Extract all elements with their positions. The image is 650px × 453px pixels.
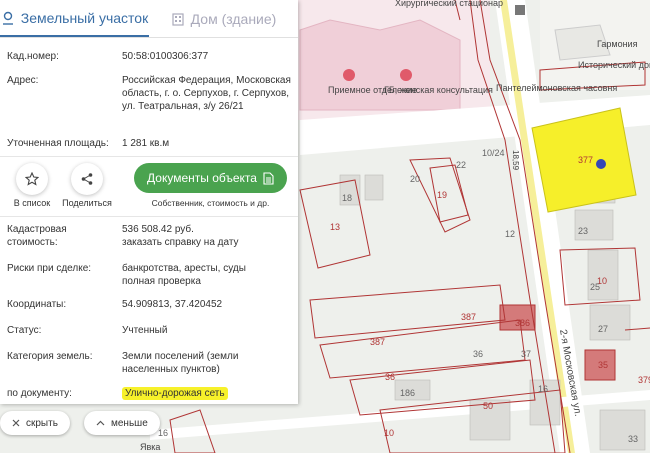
parcel-number: 379 <box>638 375 650 385</box>
building-number: 10/24 <box>482 148 505 158</box>
documents-subtitle: Собственник, стоимость и др. <box>151 198 270 208</box>
building-number: 18 <box>342 193 352 203</box>
risks-row: Риски при сделке: банкротства, аресты, с… <box>7 262 292 290</box>
tab-land-plot[interactable]: Земельный участок <box>0 0 149 37</box>
favorite-caption: В список <box>13 198 51 208</box>
address-row: Адрес: Российская Федерация, Московская … <box>7 74 292 126</box>
building-number: 12 <box>505 229 515 239</box>
parcel-number: 13 <box>330 222 340 232</box>
map-label-historic: Исторический дом <box>578 60 650 70</box>
building-number: 33 <box>628 434 638 444</box>
building-number: 16 <box>158 428 168 438</box>
address-label: Адрес: <box>7 75 39 86</box>
map-label-harmony: Гармония <box>597 39 638 49</box>
building-number: 27 <box>598 324 608 334</box>
map-pin-icon <box>2 11 13 25</box>
parcel-377-label: 377 <box>578 155 593 165</box>
cad-row: Кад.номер: 50:58:0100306:377 <box>7 50 292 64</box>
value-row: Кадастровая стоимость: 536 508.42 руб. з… <box>7 223 292 251</box>
documents-button[interactable]: Документы объекта <box>134 163 287 193</box>
hospital-icon <box>400 69 412 81</box>
share-button[interactable] <box>71 163 103 195</box>
hide-label: скрыть <box>26 417 58 429</box>
close-icon <box>12 419 20 427</box>
value-amount: 536 508.42 руб. <box>122 224 194 235</box>
building-icon <box>172 12 184 26</box>
building-number: 36 <box>473 349 483 359</box>
info-panel: Земельный участок Дом (здание) Кад.номер… <box>0 0 298 404</box>
document-icon <box>263 171 274 185</box>
tab-label: Дом (здание) <box>190 10 277 27</box>
status-value: Учтенный <box>122 325 168 336</box>
area-value: 1 281 кв.м <box>122 138 170 149</box>
area-row: Уточненная площадь: 1 281 кв.м <box>7 137 292 151</box>
coords-row: Координаты: 54.909813, 37.420452 <box>7 298 292 312</box>
tab-building[interactable]: Дом (здание) <box>149 0 298 37</box>
building-number: 16 <box>538 384 548 394</box>
parcel-number: 10 <box>384 428 394 438</box>
building-number: 37 <box>521 349 531 359</box>
map-label-gb: ГБ, женская консультация <box>384 85 493 95</box>
area-label: Уточненная площадь: <box>7 138 109 149</box>
parcel-number: 386 <box>515 318 530 328</box>
less-button[interactable]: меньше <box>84 411 160 435</box>
doc-value: Улично-дорожая сеть <box>122 387 228 400</box>
building-number: 25 <box>590 282 600 292</box>
map-label-bus: 18,59 <box>511 150 520 171</box>
value-label: Кадастровая стоимость: <box>7 224 67 248</box>
cad-label: Кад.номер: <box>7 51 59 62</box>
hospital-icon <box>343 69 355 81</box>
doc-value-wrap: Улично-дорожая сеть <box>122 387 292 400</box>
documents-button-label: Документы объекта <box>147 171 257 185</box>
map-label-yavka: Явка <box>140 442 160 452</box>
tab-label: Земельный участок <box>20 9 149 26</box>
category-value: Земли поселений (земли населенных пункто… <box>122 351 239 375</box>
risks-value: банкротства, аресты, суды <box>122 263 246 274</box>
less-label: меньше <box>111 417 148 429</box>
star-icon <box>25 172 39 186</box>
parcel-number: 36 <box>385 372 395 382</box>
status-row: Статус: Учтенный <box>7 324 292 338</box>
address-value: Российская Федерация, Московская область… <box>122 75 291 112</box>
chevron-up-icon <box>96 420 105 426</box>
value-order-link[interactable]: заказать справку на дату <box>122 236 292 249</box>
doc-label: по документу: <box>7 388 72 399</box>
building-number: 186 <box>400 388 415 398</box>
divider <box>0 156 298 157</box>
share-caption: Поделиться <box>62 198 112 208</box>
tab-bar: Земельный участок Дом (здание) <box>0 0 298 38</box>
building-number: 20 <box>410 174 420 184</box>
status-label: Статус: <box>7 325 42 336</box>
cad-number-link[interactable]: 50:58:0100306:377 <box>122 50 292 63</box>
share-icon <box>81 173 93 185</box>
building-number: 23 <box>578 226 588 236</box>
parcel-number: 387 <box>461 312 476 322</box>
map-label-chapel: Пантелеймоновская часовня <box>496 83 617 93</box>
category-label: Категория земель: <box>7 351 93 362</box>
favorite-button[interactable] <box>16 163 48 195</box>
risks-check-link[interactable]: полная проверка <box>122 275 292 288</box>
parcel-number: 387 <box>370 337 385 347</box>
parcel-number: 35 <box>598 360 608 370</box>
coords-value: 54.909813, 37.420452 <box>122 299 223 310</box>
building-number: 22 <box>456 160 466 170</box>
coords-label: Координаты: <box>7 299 67 310</box>
doc-row: по документу: Улично-дорожая сеть <box>7 387 292 401</box>
map-poi-icon <box>515 5 525 15</box>
category-row: Категория земель: Земли поселений (земли… <box>7 350 292 378</box>
parcel-number: 19 <box>437 190 447 200</box>
risks-label: Риски при сделке: <box>7 263 92 274</box>
parcel-number: 50 <box>483 401 493 411</box>
hide-button[interactable]: скрыть <box>0 411 70 435</box>
divider <box>0 216 298 217</box>
map-label-surgery: Хирургический стационар <box>395 0 503 8</box>
